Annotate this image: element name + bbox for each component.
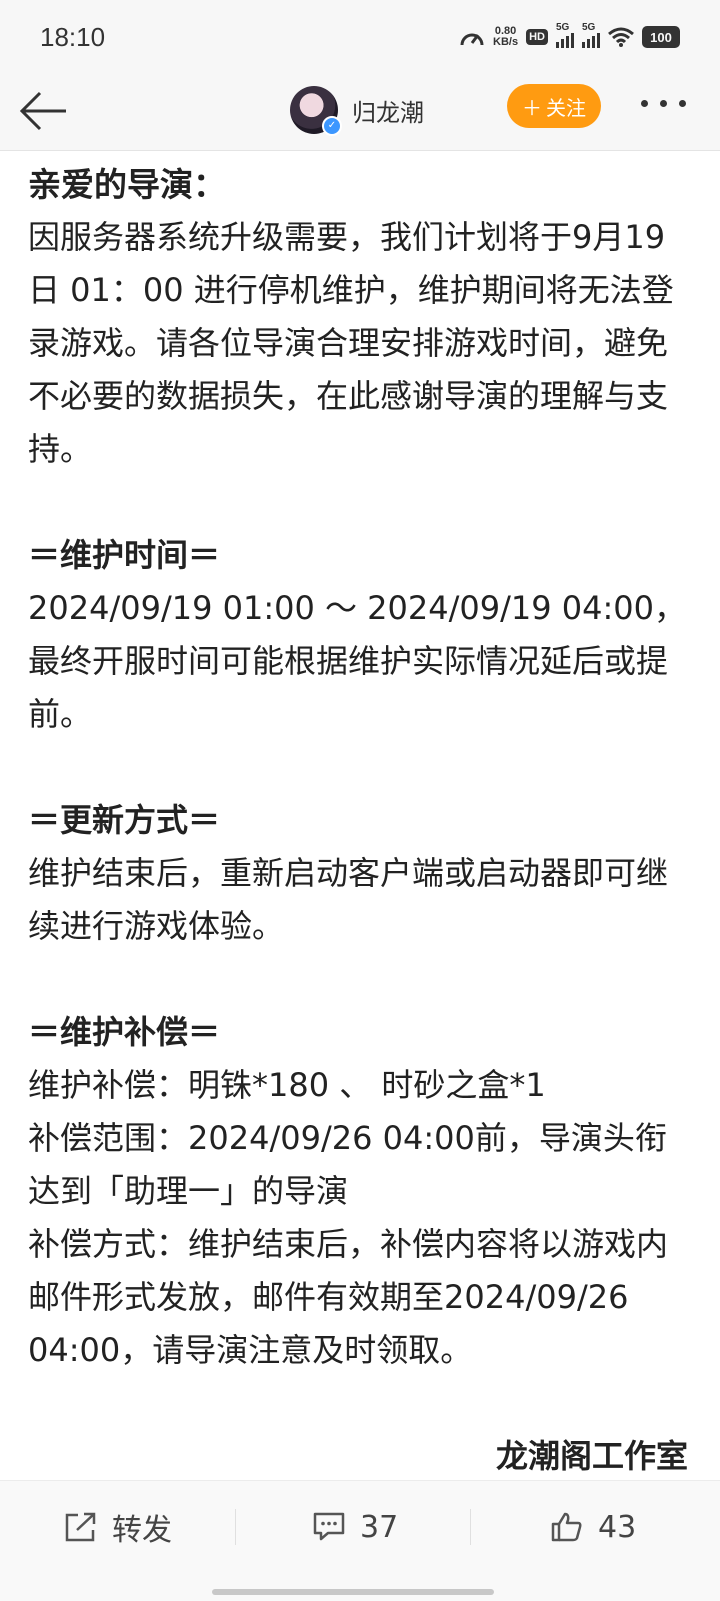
author-info[interactable]: ✓ 归龙潮 [290,82,424,138]
top-nav: ✓ 归龙潮 ＋ 关注 [0,72,720,151]
follow-button[interactable]: ＋ 关注 [507,84,601,128]
like-count: 43 [598,1509,637,1545]
thumbs-up-icon [551,1512,582,1542]
signal-sim2-icon: 5G [582,22,600,48]
speedometer-icon [460,33,484,46]
wifi-icon [608,27,634,47]
dot-icon [660,100,667,107]
sim2-network-label: 5G [582,22,596,33]
compensation-method: 补偿方式：维护结束后，补偿内容将以游戏内邮件形式发放，邮件有效期至2024/09… [28,1225,669,1369]
section-title-update-method: ＝更新方式＝ [28,801,221,839]
comment-button[interactable]: 37 [312,1505,398,1549]
section-title-maintenance-time: ＝维护时间＝ [28,536,221,574]
status-time: 18:10 [40,22,106,52]
verified-badge-icon: ✓ [322,116,342,136]
follow-label: 关注 [546,95,586,120]
sim1-network-label: 5G [556,22,570,33]
signal-sim1-icon: 5G [556,22,574,48]
status-icons: 0.80 KB/s HD 5G 5G 100 [459,22,680,52]
section-text: 2024/09/19 01:00 ～ 2024/09/19 04:00，最终开服… [28,589,687,733]
network-speed-unit: KB/s [493,36,519,48]
post-intro: 因服务器系统升级需要，我们计划将于9月19日 01：00 进行停机维护，维护期间… [28,218,674,468]
section-title-compensation: ＝维护补偿＝ [28,1013,221,1051]
hd-icon: HD [526,29,548,45]
divider [235,1509,236,1545]
repost-label: 转发 [112,1513,172,1548]
post-signature: 龙潮阁工作室 [495,1437,688,1475]
home-indicator[interactable] [212,1589,494,1595]
network-speed: 0.80 KB/s [493,26,518,48]
status-bar: 18:10 0.80 KB/s HD 5G 5G 100 [0,0,720,72]
like-button[interactable]: 43 [550,1505,636,1549]
share-icon [65,1512,96,1542]
divider [470,1509,471,1545]
comment-icon [313,1512,345,1541]
compensation-items: 维护补偿：明铢*180 、 时砂之盒*1 [28,1066,546,1104]
more-options-button[interactable] [641,100,686,107]
repost-button[interactable]: 转发 [64,1505,172,1549]
back-arrow-icon [19,91,66,131]
dot-icon [679,100,686,107]
avatar[interactable]: ✓ [290,86,342,136]
author-name[interactable]: 归龙潮 [352,93,424,128]
section-text: 维护结束后，重新启动客户端或启动器即可继续进行游戏体验。 [28,854,669,945]
bottom-action-bar: 转发 37 43 [0,1480,720,1601]
plus-icon: ＋ [522,95,542,120]
dot-icon [641,100,648,107]
post-body: 亲爱的导演： 因服务器系统升级需要，我们计划将于9月19日 01：00 进行停机… [28,158,688,1483]
post-greeting: 亲爱的导演： [28,165,226,204]
battery-icon: 100 [642,26,680,48]
back-button[interactable] [18,86,70,136]
comment-count: 37 [360,1509,399,1545]
compensation-scope: 补偿范围：2024/09/26 04:00前，导演头衔达到「助理一」的导演 [28,1119,667,1210]
